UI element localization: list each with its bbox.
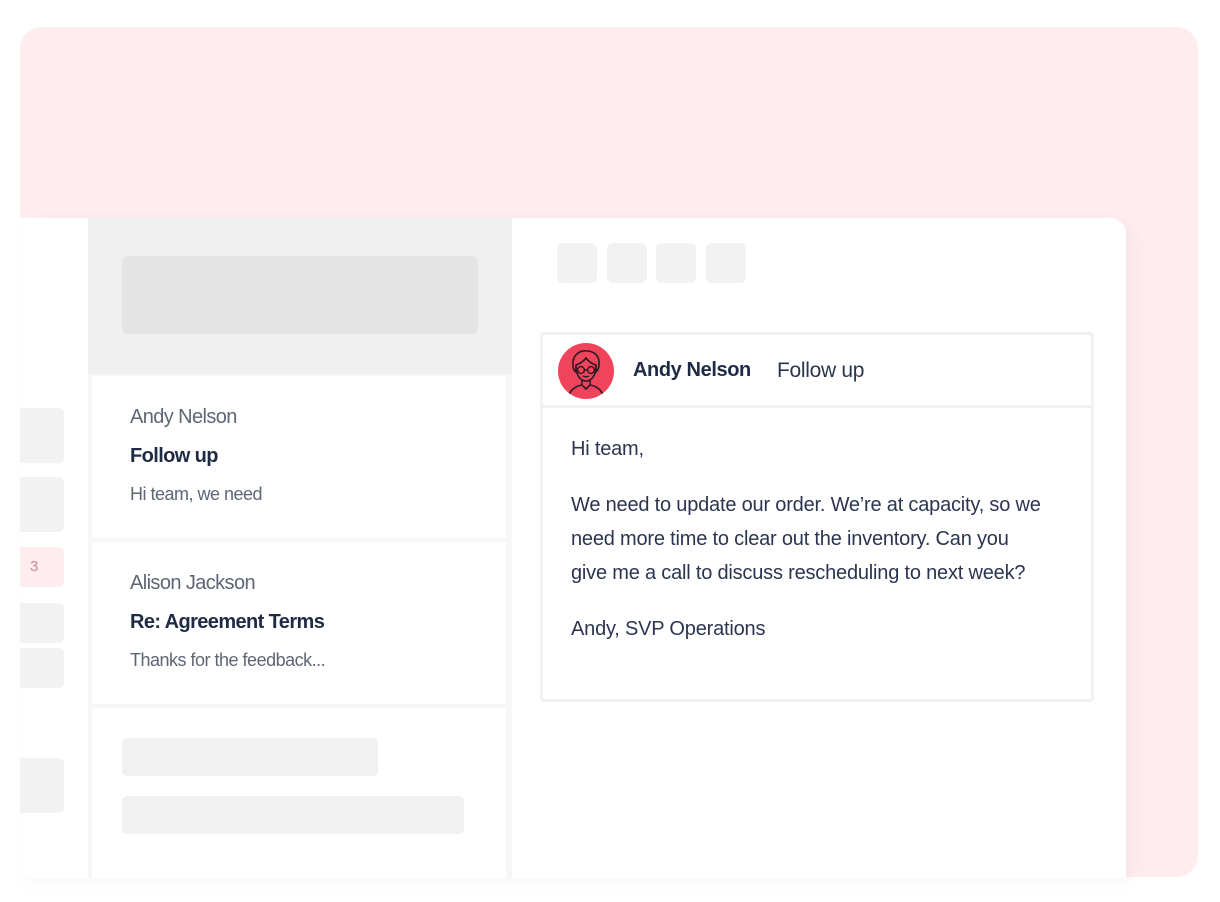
toolbar-button[interactable] bbox=[557, 243, 597, 283]
email-header: Andy Nelson Follow up bbox=[543, 335, 1091, 408]
email-subject: Follow up bbox=[777, 359, 865, 382]
message-list: Andy Nelson Follow up Hi team, we need A… bbox=[88, 218, 512, 878]
email-greeting: Hi team, bbox=[571, 438, 644, 460]
message-subject: Follow up bbox=[130, 445, 219, 467]
nav-rail-item[interactable] bbox=[20, 648, 64, 688]
email-signature: Andy, SVP Operations bbox=[571, 618, 766, 640]
nav-rail-item[interactable] bbox=[20, 477, 64, 532]
message-preview: Hi team, we need bbox=[130, 484, 263, 504]
email-sender: Andy Nelson bbox=[633, 359, 751, 381]
toolbar-button[interactable] bbox=[706, 243, 746, 283]
email-body: Hi team, We need to update our order. We… bbox=[543, 408, 1091, 646]
toolbar-button[interactable] bbox=[607, 243, 647, 283]
search-input[interactable] bbox=[122, 256, 478, 334]
message-list-item[interactable]: Andy Nelson Follow up Hi team, we need bbox=[92, 376, 506, 538]
email-card: Andy Nelson Follow up Hi team, We need t… bbox=[540, 332, 1094, 702]
message-list-item-placeholder[interactable] bbox=[92, 708, 506, 878]
mail-app-window: 3 Andy Nelson Follow up Hi team, we need… bbox=[20, 218, 1126, 878]
message-sender: Alison Jackson bbox=[130, 572, 256, 594]
unread-count-badge[interactable]: 3 bbox=[20, 547, 64, 587]
nav-rail-item[interactable] bbox=[20, 758, 64, 813]
message-list-header bbox=[88, 218, 512, 374]
avatar bbox=[558, 343, 614, 399]
message-list-item[interactable]: Alison Jackson Re: Agreement Terms Thank… bbox=[92, 542, 506, 704]
placeholder-line bbox=[122, 796, 464, 834]
toolbar-button[interactable] bbox=[656, 243, 696, 283]
placeholder-line bbox=[122, 738, 378, 776]
person-icon bbox=[567, 350, 605, 399]
message-preview: Thanks for the feedback... bbox=[130, 650, 326, 670]
email-body-text: We need to update our order. We’re at ca… bbox=[571, 494, 1041, 584]
nav-rail-item[interactable] bbox=[20, 603, 64, 643]
message-subject: Re: Agreement Terms bbox=[130, 611, 325, 633]
message-sender: Andy Nelson bbox=[130, 406, 237, 428]
nav-rail-item[interactable] bbox=[20, 408, 64, 463]
nav-rail: 3 bbox=[20, 218, 88, 878]
reading-pane: Andy Nelson Follow up Hi team, We need t… bbox=[512, 218, 1126, 878]
